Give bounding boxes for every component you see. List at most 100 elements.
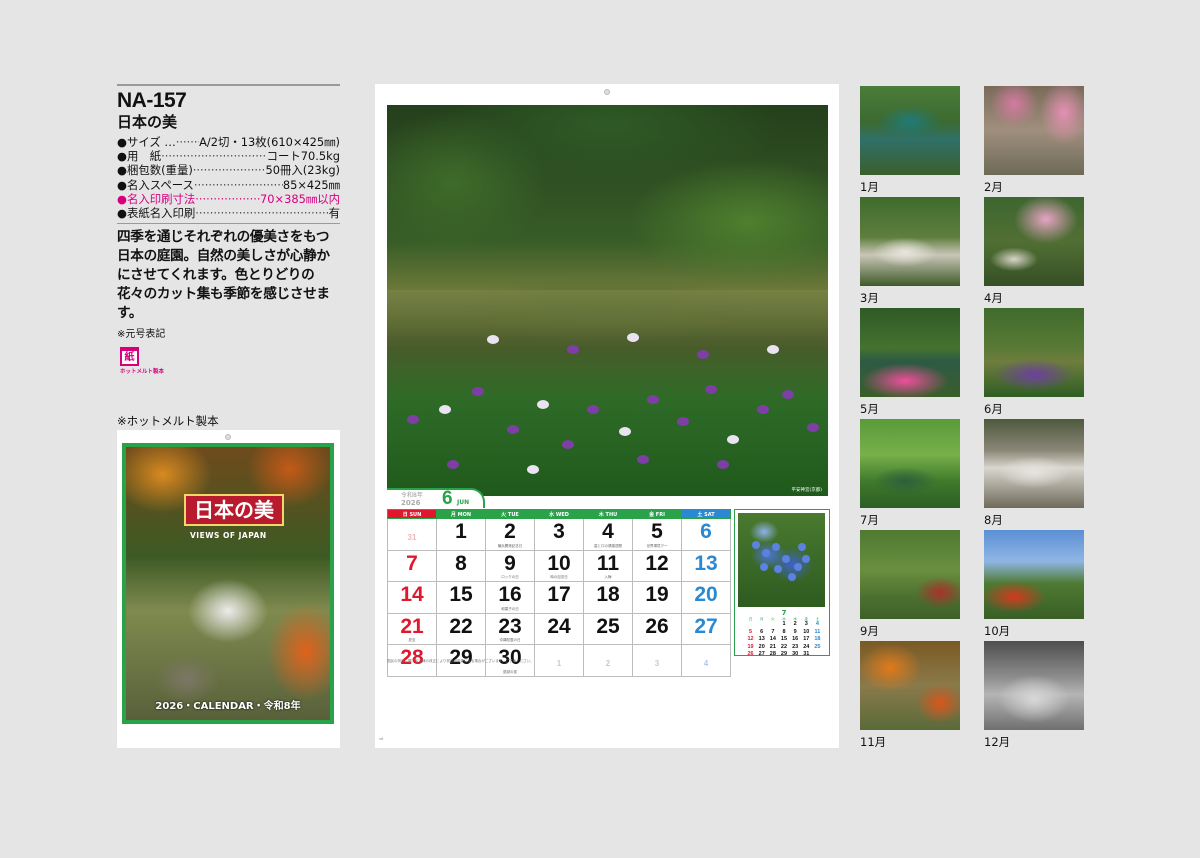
day-number: 23 xyxy=(498,614,522,638)
thumbnail-month-label: 7月 xyxy=(860,513,879,527)
day-note: 入梅 xyxy=(604,575,612,579)
day-cell: 22 xyxy=(436,612,486,645)
mini-day: 19 xyxy=(747,643,754,650)
day-number: 13 xyxy=(694,551,718,575)
hang-hole xyxy=(225,434,231,440)
iris-flower xyxy=(507,425,519,434)
iris-flower xyxy=(677,417,689,426)
week-row: 21 夏至 22 23 沖縄慰霊の日 24 25 26 27 xyxy=(387,612,731,645)
mini-day: 11 xyxy=(814,628,821,635)
mini-day: 25 xyxy=(814,643,821,650)
mini-day: 16 xyxy=(792,636,799,642)
weekday-label: 日 SUN xyxy=(387,509,437,519)
leader-dots xyxy=(161,149,267,163)
day-number: 1 xyxy=(556,659,562,668)
day-cell: 23 沖縄慰霊の日 xyxy=(485,612,535,645)
day-cell: 4 歯と口の健康週間 xyxy=(583,518,633,551)
day-cell: 3 xyxy=(534,518,584,551)
spec-label: ●用 紙 xyxy=(117,149,162,164)
mini-day: 21 xyxy=(769,643,776,650)
day-number: 10 xyxy=(547,551,571,575)
month-thumbnail: 4月 xyxy=(984,197,1084,305)
mini-day: 8 xyxy=(782,628,786,635)
mini-day: 6 xyxy=(760,628,764,635)
mini-day: 2 xyxy=(793,621,797,627)
thumbnail-month-label: 5月 xyxy=(860,402,879,416)
divider xyxy=(117,223,340,225)
spec-value: A/2切・13枚(610×425㎜) xyxy=(199,135,340,149)
mini-day: 9 xyxy=(793,628,797,635)
leader-dots xyxy=(193,163,266,177)
month-english: JUN xyxy=(457,499,470,506)
iris-flower xyxy=(537,400,549,409)
day-cell: 4 xyxy=(681,644,731,677)
thumbnail-month-label: 2月 xyxy=(984,180,1003,194)
day-number: 3 xyxy=(654,659,660,668)
hydrangea-cluster xyxy=(772,543,780,551)
thumbnail-month-label: 10月 xyxy=(984,624,1011,638)
hydrangea-cluster xyxy=(774,565,782,573)
hydrangea-photo xyxy=(738,513,825,607)
day-number: 7 xyxy=(406,551,418,575)
day-number: 2 xyxy=(605,659,611,668)
day-number: 4 xyxy=(703,659,709,668)
month-thumbnail: 10月 xyxy=(984,530,1084,638)
day-cell: 21 夏至 xyxy=(387,612,437,645)
thumbnail-photo xyxy=(984,197,1084,286)
iris-flower xyxy=(487,335,499,344)
pond xyxy=(387,290,828,350)
iris-flower xyxy=(757,405,769,414)
mini-day: 4 xyxy=(815,621,819,627)
product-spec-panel: NA-157 日本の美 ●サイズ …A/2切・13枚(610×425㎜)●用 紙… xyxy=(117,84,340,375)
weekday-label: 水 WED xyxy=(534,509,584,519)
day-note: 和菓子の日 xyxy=(501,606,519,611)
thumbnail-photo xyxy=(860,308,960,397)
mini-day: · xyxy=(756,621,767,629)
product-title: 日本の美 xyxy=(117,113,178,131)
mini-day: 18 xyxy=(814,636,821,642)
day-number: 21 xyxy=(400,614,424,638)
product-description: 四季を通じそれぞれの優美さをもつ日本の庭園。自然の美しさが心静かにさせてくれます… xyxy=(117,229,330,322)
day-note: 時の記念日 xyxy=(550,575,568,579)
day-cell: 1 xyxy=(534,644,584,677)
thumbnail-month-label: 1月 xyxy=(860,180,879,194)
day-number: 5 xyxy=(651,520,663,543)
spec-row: ●サイズ … A/2切・13枚(610×425㎜) xyxy=(117,135,340,149)
iris-flower xyxy=(472,387,484,396)
day-cell: 12 xyxy=(632,549,682,582)
next-month-calendar: 7 日月火水木金土 ···123456789101112131415161718… xyxy=(745,610,823,659)
day-number: 20 xyxy=(694,583,718,606)
thumbnail-photo xyxy=(860,197,960,286)
mini-day: 10 xyxy=(803,628,810,635)
cover-footer: 2026・CALENDAR・令和8年 xyxy=(155,701,301,712)
month-thumbnail: 12月 xyxy=(984,641,1084,749)
day-cell: 8 xyxy=(436,549,486,582)
day-note: 歯と口の健康週間 xyxy=(594,543,622,548)
day-cell: 2 xyxy=(583,644,633,677)
spec-value: 50冊入(23kg) xyxy=(265,163,340,178)
mini-day: 1 xyxy=(782,621,786,627)
leader-dots xyxy=(176,135,199,149)
iris-flower xyxy=(587,405,599,414)
mini-day: 22 xyxy=(780,643,788,650)
weekday-header-row: 日 SUN 月 MON 火 TUE 水 WED 木 THU 金 FRI 土 SAT xyxy=(387,509,731,519)
month-header: 令和8年 2026 6 JUN xyxy=(387,488,485,509)
day-note: 横浜開港記念日 xyxy=(497,543,523,548)
weekday-label: 月 MON xyxy=(436,509,486,519)
day-number: 29 xyxy=(449,646,473,669)
iris-flower xyxy=(562,440,574,449)
week-row: 14 15 16 和菓子の日 17 18 19 20 xyxy=(387,581,731,614)
day-number: 11 xyxy=(596,551,620,575)
hydrangea-cluster xyxy=(782,555,790,563)
month-thumbnail: 3月 xyxy=(860,197,960,305)
day-number: 15 xyxy=(449,583,473,606)
day-number: 27 xyxy=(694,614,718,638)
thumbnail-photo xyxy=(860,86,960,175)
hydrangea-cluster xyxy=(802,555,810,563)
spec-row: ●用 紙 コート70.5kg xyxy=(117,149,340,163)
thumbnail-photo xyxy=(860,530,960,619)
spec-label: ●梱包数(重量) xyxy=(117,163,193,178)
fine-print: 国民の祝日に関する法律の改正により祝日が変更になる場合がございます。ご了承くださ… xyxy=(387,659,534,663)
mini-day: 23 xyxy=(792,643,799,650)
iris-flower xyxy=(527,465,539,474)
